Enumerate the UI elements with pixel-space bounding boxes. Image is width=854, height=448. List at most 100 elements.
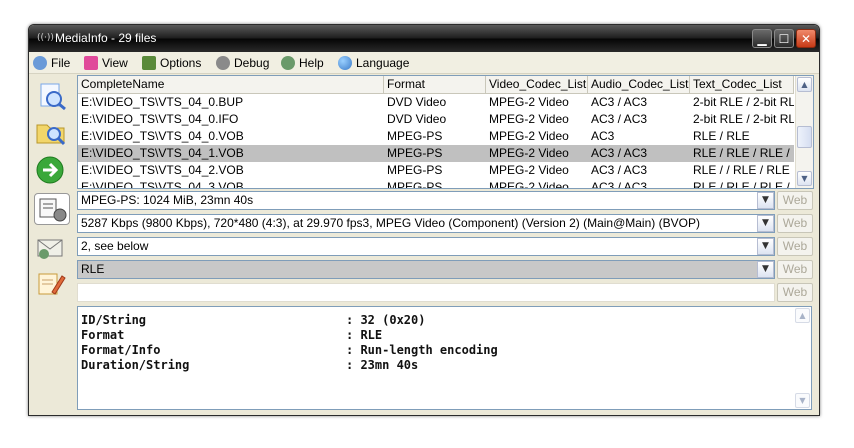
menu-language[interactable]: Language (338, 55, 409, 71)
file-list-grid[interactable]: CompleteName Format Video_Codec_List Aud… (77, 75, 814, 189)
audio-summary-combo[interactable]: 2, see below (77, 237, 775, 256)
info-vertical-scrollbar[interactable]: ▲ ▼ (794, 307, 811, 409)
cell-completename: E:\VIDEO_TS\VTS_04_0.VOB (81, 129, 244, 143)
menu-view[interactable]: View (84, 55, 128, 71)
cell-completename: E:\VIDEO_TS\VTS_04_0.IFO (81, 112, 239, 126)
scroll-down-arrow-icon[interactable]: ▼ (795, 393, 810, 408)
column-header-text-codec[interactable]: Text_Codec_List (690, 76, 794, 93)
scroll-up-arrow-icon[interactable]: ▲ (795, 308, 810, 323)
cell-completename: E:\VIDEO_TS\VTS_04_0.BUP (81, 95, 244, 109)
info-key: ID/String (81, 313, 147, 327)
open-file-button[interactable] (34, 81, 68, 111)
chevron-down-icon[interactable]: ▼ (757, 261, 774, 278)
info-value: : Run-length encoding (346, 343, 498, 357)
menu-help-label: Help (299, 56, 324, 70)
globe-icon (338, 56, 352, 70)
minimize-button[interactable]: ▁ (752, 29, 772, 48)
info-line: Format/Info : Run-length encoding (81, 343, 498, 358)
debug-icon (216, 56, 230, 70)
scroll-thumb[interactable] (797, 126, 812, 148)
cell-format: DVD Video (387, 95, 447, 109)
stream-info-panel[interactable]: ID/String: 32 (0x20) Format: RLE Format/In… (77, 306, 812, 410)
web-button-video[interactable]: Web (777, 214, 813, 233)
cell-format: MPEG-PS (387, 180, 443, 189)
info-line: Duration/String : 23mn 40s (81, 358, 418, 373)
cell-text-codec: RLE / RLE / RLE / (693, 180, 790, 189)
menu-view-label: View (102, 56, 128, 70)
cell-completename: E:\VIDEO_TS\VTS_04_1.VOB (81, 146, 244, 160)
table-row[interactable]: E:\VIDEO_TS\VTS_04_0.IFO DVD Video MPEG-2 … (78, 111, 794, 128)
cell-audio-codec: AC3 / AC3 (591, 163, 648, 177)
export-button[interactable] (34, 155, 68, 185)
open-folder-button[interactable] (34, 117, 68, 147)
menu-debug-label: Debug (234, 56, 270, 70)
sheet-view-icon (39, 198, 67, 222)
grid-vertical-scrollbar[interactable]: ▲ ▼ (795, 76, 813, 188)
column-header-format[interactable]: Format (384, 76, 486, 93)
grid-header: CompleteName Format Video_Codec_List Aud… (78, 76, 794, 94)
web-button-general[interactable]: Web (777, 191, 813, 210)
help-icon (281, 56, 295, 70)
column-header-video-codec[interactable]: Video_Codec_List (486, 76, 588, 93)
cell-video-codec: MPEG-2 Video (489, 146, 569, 160)
cell-text-codec: 2-bit RLE / 2-bit RL (693, 112, 794, 126)
info-key: Format (81, 328, 125, 342)
export-arrow-icon (36, 156, 64, 184)
menu-file-label: File (51, 56, 71, 70)
table-row[interactable]: E:\VIDEO_TS\VTS_04_0.VOB MPEG-PS MPEG-2 Vi… (78, 128, 794, 145)
chevron-down-icon[interactable]: ▼ (757, 215, 774, 232)
column-header-completename[interactable]: CompleteName (78, 76, 384, 93)
menu-debug[interactable]: Debug (216, 55, 269, 71)
cell-audio-codec: AC3 / AC3 (591, 146, 648, 160)
web-button-extra[interactable]: Web (777, 283, 813, 302)
chevron-down-icon[interactable]: ▼ (757, 192, 774, 209)
menu-file[interactable]: File (33, 55, 70, 71)
cell-text-codec: 2-bit RLE / 2-bit RL (693, 95, 794, 109)
cell-audio-codec: AC3 (591, 129, 615, 143)
table-row[interactable]: E:\VIDEO_TS\VTS_04_2.VOB MPEG-PS MPEG-2 Vi… (78, 162, 794, 179)
open-folder-icon (36, 124, 66, 146)
maximize-button[interactable]: ☐ (774, 29, 794, 48)
info-line: Format : RLE (81, 328, 382, 343)
cell-audio-codec: AC3 / AC3 (591, 180, 648, 189)
column-header-audio-codec[interactable]: Audio_Codec_List (588, 76, 690, 93)
close-button[interactable]: ✕ (796, 29, 816, 48)
scroll-down-arrow-icon[interactable]: ▼ (797, 171, 812, 186)
info-key: Duration/String (81, 358, 190, 372)
open-file-icon (40, 83, 66, 111)
table-row[interactable]: E:\VIDEO_TS\VTS_04_0.BUP DVD Video MPEG-2 … (78, 94, 794, 111)
chevron-down-icon[interactable]: ▼ (757, 238, 774, 255)
cell-audio-codec: AC3 / AC3 (591, 112, 648, 126)
menu-options[interactable]: Options (142, 55, 201, 71)
video-summary-combo[interactable]: 5287 Kbps (9800 Kbps), 720*480 (4:3), at… (77, 214, 775, 233)
menu-language-label: Language (356, 56, 410, 70)
cell-text-codec: RLE / RLE / RLE / (693, 146, 790, 160)
web-button-text[interactable]: Web (777, 260, 813, 279)
mediainfo-window: ((·)) MediaInfo - 29 files ▁ ☐ ✕ File Vi… (28, 24, 820, 416)
email-button[interactable] (34, 232, 68, 262)
title-bar[interactable]: ((·)) MediaInfo - 29 files ▁ ☐ ✕ (29, 25, 819, 52)
menu-options-label: Options (160, 56, 202, 70)
cell-video-codec: MPEG-2 Video (489, 112, 569, 126)
cell-format: MPEG-PS (387, 129, 443, 143)
cell-video-codec: MPEG-2 Video (489, 180, 569, 189)
scroll-up-arrow-icon[interactable]: ▲ (797, 77, 812, 92)
web-button-audio[interactable]: Web (777, 237, 813, 256)
info-value: : 23mn 40s (346, 358, 419, 372)
edit-button[interactable] (34, 268, 68, 298)
edit-icon (38, 273, 66, 295)
text-summary-combo[interactable]: RLE (77, 260, 775, 279)
general-summary-combo[interactable]: MPEG-PS: 1024 MiB, 23mn 40s (77, 191, 775, 210)
cell-completename: E:\VIDEO_TS\VTS_04_2.VOB (81, 163, 244, 177)
menu-bar: File View Options Debug Help Language (29, 52, 819, 74)
sheet-view-button[interactable] (34, 193, 70, 225)
toolbar-sidebar (31, 75, 75, 413)
table-row[interactable]: E:\VIDEO_TS\VTS_04_3.VOB MPEG-PS MPEG-2 Vi… (78, 179, 794, 189)
info-key: Format/Info (81, 343, 161, 357)
info-value: : RLE (346, 328, 383, 342)
empty-summary-field (77, 283, 775, 302)
cell-audio-codec: AC3 / AC3 (591, 95, 648, 109)
menu-help[interactable]: Help (281, 55, 324, 71)
info-value: : 32 (0x20) (346, 313, 426, 327)
table-row[interactable]: E:\VIDEO_TS\VTS_04_1.VOB MPEG-PS MPEG-2 Vi… (78, 145, 794, 162)
